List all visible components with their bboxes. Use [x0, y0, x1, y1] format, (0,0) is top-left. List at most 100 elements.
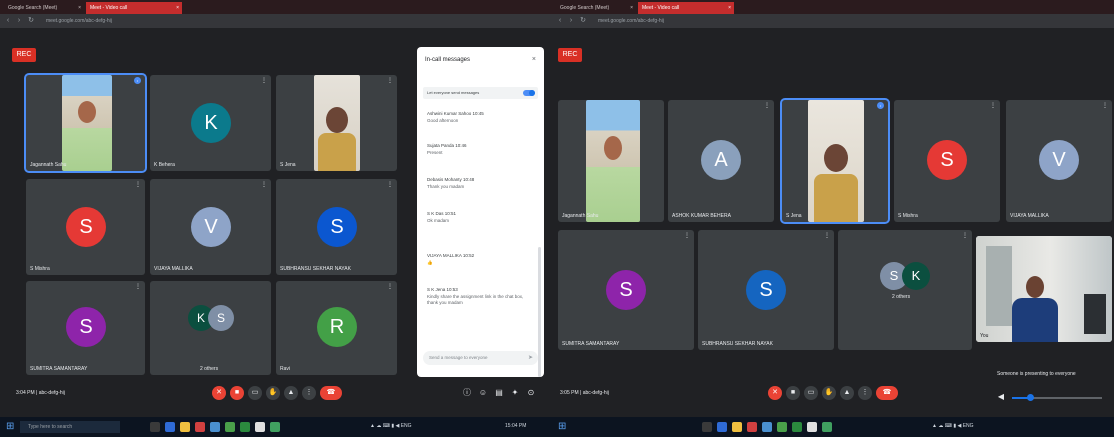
leave-call-button[interactable]: ☎: [320, 386, 342, 400]
file-explorer-icon[interactable]: [180, 422, 190, 432]
send-icon[interactable]: ➤: [528, 354, 533, 361]
forward-icon[interactable]: ›: [567, 17, 575, 25]
participant-tile-group[interactable]: S K ⋮ 2 others: [838, 230, 972, 350]
raise-hand-icon[interactable]: ✋: [266, 386, 280, 400]
app-icon[interactable]: [807, 422, 817, 432]
activities-icon[interactable]: ✦: [510, 388, 520, 398]
participant-tile[interactable]: S ⋮ SUBHRANSU SEKHAR NAYAK: [276, 179, 397, 275]
chat-message: Ashwini Kumar Sahoo 10:45 Good afternoon: [427, 111, 535, 124]
participant-name: SUMITRA SAMANTARAY: [562, 341, 620, 347]
app-icon[interactable]: [822, 422, 832, 432]
task-view-icon[interactable]: [702, 422, 712, 432]
app-icon[interactable]: [195, 422, 205, 432]
app-icon[interactable]: [747, 422, 757, 432]
chat-message: S K Das 10:51 Ok madam: [427, 211, 535, 224]
edge-icon[interactable]: [165, 422, 175, 432]
close-icon[interactable]: ×: [78, 2, 81, 14]
app-icon[interactable]: [762, 422, 772, 432]
participant-tile[interactable]: K ⋮ K Behera: [150, 75, 271, 171]
reload-icon[interactable]: ↻: [579, 17, 587, 25]
reload-icon[interactable]: ↻: [27, 17, 35, 25]
edge-icon[interactable]: [717, 422, 727, 432]
more-options-icon[interactable]: ⋮: [261, 77, 267, 84]
more-options-icon[interactable]: ⋮: [824, 232, 830, 239]
task-view-icon[interactable]: [150, 422, 160, 432]
browser-tab[interactable]: Google Search (Meet) ×: [556, 2, 636, 14]
participant-tile[interactable]: S ⋮ S Mishra: [26, 179, 145, 275]
participant-tile[interactable]: R ⋮ Ravi: [276, 281, 397, 375]
participant-tile[interactable]: S ⋮ SUMITRA SAMANTARAY: [26, 281, 145, 375]
more-options-icon[interactable]: ⋮: [135, 181, 141, 188]
app-icon[interactable]: [255, 422, 265, 432]
more-options-icon[interactable]: ⋮: [261, 181, 267, 188]
lock-icon[interactable]: ⊙: [526, 388, 536, 398]
mic-off-icon[interactable]: ✕: [212, 386, 226, 400]
volume-slider[interactable]: [1012, 394, 1102, 401]
participant-tile[interactable]: V ⋮ VIJAYA MALLIKA: [1006, 100, 1112, 222]
more-options-icon[interactable]: ⋮: [387, 283, 393, 290]
taskbar-search[interactable]: Type here to search: [20, 421, 120, 433]
browser-tab-active[interactable]: Meet - Video call ×: [638, 2, 734, 14]
present-icon[interactable]: ▲: [284, 386, 298, 400]
forward-icon[interactable]: ›: [15, 17, 23, 25]
more-options-icon[interactable]: ⋮: [135, 283, 141, 290]
url-field[interactable]: meet.google.com/abc-defg-hij: [46, 17, 166, 25]
more-options-icon[interactable]: ⋮: [684, 232, 690, 239]
captions-icon[interactable]: ▭: [804, 386, 818, 400]
participant-tile-group[interactable]: K S 2 others: [150, 281, 271, 375]
participant-tile[interactable]: S ⋮ SUBHRANSU SEKHAR NAYAK: [698, 230, 834, 350]
windows-start-icon[interactable]: ⊞: [558, 422, 568, 432]
participant-tile[interactable]: A ⋮ ASHOK KUMAR BEHERA: [668, 100, 774, 222]
more-options-icon[interactable]: ⋮: [302, 386, 316, 400]
participant-tile[interactable]: S ⋮ SUMITRA SAMANTARAY: [558, 230, 694, 350]
participant-tile[interactable]: • S Jena: [780, 98, 890, 224]
present-icon[interactable]: ▲: [840, 386, 854, 400]
windows-start-icon[interactable]: ⊞: [6, 422, 16, 432]
participant-tile[interactable]: • Jagannath Sahu: [24, 73, 147, 173]
back-icon[interactable]: ‹: [556, 17, 564, 25]
avatar: A: [701, 140, 741, 180]
more-options-icon[interactable]: ⋮: [962, 232, 968, 239]
back-icon[interactable]: ‹: [4, 17, 12, 25]
participant-tile[interactable]: ⋮ S Jena: [276, 75, 397, 171]
mic-off-icon[interactable]: ✕: [768, 386, 782, 400]
captions-icon[interactable]: ▭: [248, 386, 262, 400]
more-options-icon[interactable]: ⋮: [990, 102, 996, 109]
participant-tile[interactable]: V ⋮ VIJAYA MALLIKA: [150, 179, 271, 275]
leave-call-button[interactable]: ☎: [876, 386, 898, 400]
participant-tile[interactable]: Jagannath Sahu: [558, 100, 664, 222]
app-icon[interactable]: [240, 422, 250, 432]
close-icon[interactable]: ×: [176, 2, 179, 14]
participant-tile[interactable]: S ⋮ S Mishra: [894, 100, 1000, 222]
self-view-tile[interactable]: You: [976, 236, 1112, 342]
camera-icon[interactable]: ■: [786, 386, 800, 400]
url-field[interactable]: meet.google.com/abc-defg-hij: [598, 17, 718, 25]
volume-thumb[interactable]: [1027, 394, 1034, 401]
chrome-icon[interactable]: [777, 422, 787, 432]
camera-off-icon[interactable]: ■: [230, 386, 244, 400]
raise-hand-icon[interactable]: ✋: [822, 386, 836, 400]
close-icon[interactable]: ×: [630, 2, 633, 14]
people-icon[interactable]: ☺: [478, 388, 488, 398]
app-icon[interactable]: [270, 422, 280, 432]
browser-tab[interactable]: Google Search (Meet) ×: [4, 2, 84, 14]
chat-input[interactable]: Send a message to everyone ➤: [423, 351, 538, 365]
chat-permission-toggle[interactable]: [523, 90, 535, 96]
close-icon[interactable]: ×: [728, 2, 731, 14]
more-options-icon[interactable]: ⋮: [387, 181, 393, 188]
chat-icon[interactable]: ▤: [494, 388, 504, 398]
more-options-icon[interactable]: ⋮: [387, 77, 393, 84]
info-icon[interactable]: ⓘ: [462, 388, 472, 398]
app-icon[interactable]: [792, 422, 802, 432]
browser-tab-active[interactable]: Meet - Video call ×: [86, 2, 182, 14]
close-icon[interactable]: ×: [532, 56, 536, 63]
chrome-icon[interactable]: [225, 422, 235, 432]
more-options-icon[interactable]: ⋮: [858, 386, 872, 400]
chat-scrollbar[interactable]: [538, 247, 541, 377]
app-icon[interactable]: [210, 422, 220, 432]
file-explorer-icon[interactable]: [732, 422, 742, 432]
more-options-icon[interactable]: ⋮: [1102, 102, 1108, 109]
volume-icon[interactable]: ◀: [996, 392, 1006, 402]
more-options-icon[interactable]: ⋮: [764, 102, 770, 109]
chat-message: Debasis Mohanty 10:48 Thank you madam: [427, 177, 535, 190]
